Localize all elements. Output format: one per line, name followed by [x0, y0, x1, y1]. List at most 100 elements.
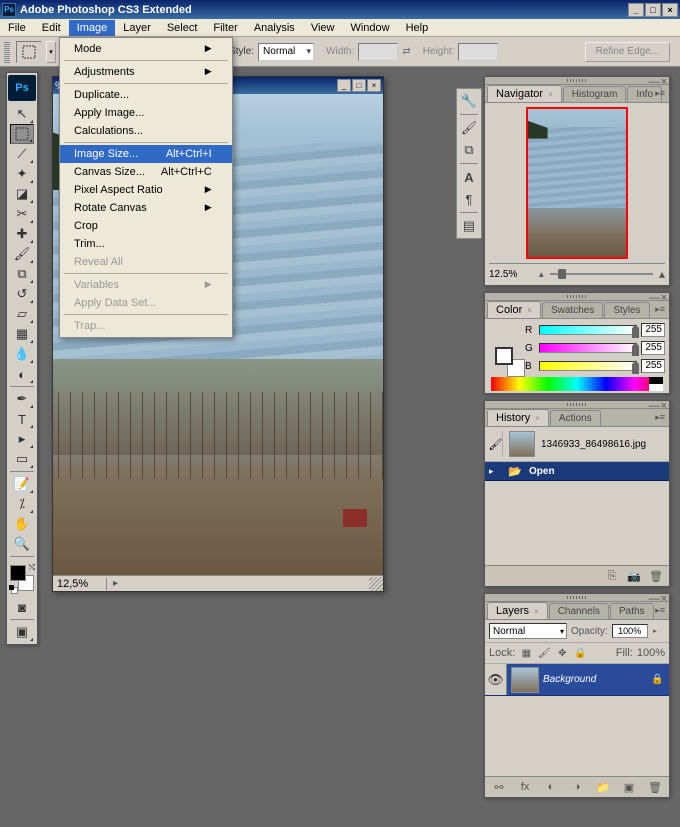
menu-item-apply-image[interactable]: Apply Image...: [60, 104, 232, 122]
lock-pixels-icon[interactable]: 🖌: [537, 646, 551, 660]
doc-close-button[interactable]: ×: [367, 79, 381, 92]
navigator-thumbnail[interactable]: [526, 107, 628, 259]
menu-item-rotate-canvas[interactable]: Rotate Canvas▶: [60, 199, 232, 217]
tab-close-icon[interactable]: ×: [548, 90, 553, 99]
menu-analysis[interactable]: Analysis: [246, 20, 303, 36]
tab-histogram[interactable]: Histogram: [563, 86, 627, 102]
doc-minimize-button[interactable]: _: [337, 79, 351, 92]
layer-adjustment-button[interactable]: ◑: [567, 779, 587, 795]
tab-close-icon[interactable]: ×: [534, 607, 539, 616]
history-snapshot-button[interactable]: 📷: [623, 568, 645, 584]
tab-swatches[interactable]: Swatches: [542, 302, 603, 318]
tool-gradient[interactable]: ▦: [10, 324, 34, 344]
color-fg-swatch[interactable]: [495, 347, 513, 365]
history-delete-button[interactable]: 🗑: [645, 568, 667, 584]
g-slider[interactable]: [539, 343, 637, 353]
tool-screen-mode[interactable]: ▣: [10, 622, 34, 642]
layer-name[interactable]: Background: [543, 674, 651, 685]
tool-dodge[interactable]: ◐: [10, 364, 34, 384]
r-slider[interactable]: [539, 325, 637, 335]
g-value[interactable]: 255: [641, 341, 665, 355]
tab-close-icon[interactable]: ×: [527, 306, 532, 315]
menu-item-duplicate[interactable]: Duplicate...: [60, 86, 232, 104]
style-dropdown[interactable]: Normal: [258, 43, 314, 61]
maximize-button[interactable]: □: [645, 3, 661, 17]
b-value[interactable]: 255: [641, 359, 665, 373]
refine-edge-button[interactable]: Refine Edge...: [585, 42, 670, 62]
panel-menu-icon[interactable]: ▸≡: [655, 412, 665, 423]
tool-blur[interactable]: 💧: [10, 344, 34, 364]
tool-history-brush[interactable]: ↺: [10, 284, 34, 304]
color-swatches[interactable]: ⤭: [8, 563, 36, 593]
tab-channels[interactable]: Channels: [549, 603, 609, 619]
doc-resize-grip[interactable]: [369, 577, 383, 591]
dock-icon-character[interactable]: A: [459, 168, 479, 186]
opacity-input[interactable]: 100%: [612, 624, 648, 638]
tool-pen[interactable]: ✒: [10, 389, 34, 409]
tool-quick-mask[interactable]: ◙: [10, 597, 34, 617]
tool-lasso[interactable]: ⟋: [10, 144, 34, 164]
panel-menu-icon[interactable]: ▸≡: [655, 304, 665, 315]
tab-navigator[interactable]: Navigator×: [487, 85, 562, 102]
tool-notes[interactable]: 📝: [10, 474, 34, 494]
default-colors-icon[interactable]: [9, 585, 17, 593]
panel-menu-icon[interactable]: ▸≡: [655, 605, 665, 616]
r-value[interactable]: 255: [641, 323, 665, 337]
color-spectrum[interactable]: [491, 377, 663, 391]
dock-icon-clone[interactable]: ⧉: [459, 141, 479, 159]
menu-window[interactable]: Window: [342, 20, 397, 36]
dock-icon-tools[interactable]: 🔧: [459, 92, 479, 110]
dock-icon-brushes[interactable]: 🖌: [459, 119, 479, 137]
menu-item-mode[interactable]: Mode▶: [60, 40, 232, 58]
layer-fx-button[interactable]: fx: [515, 779, 535, 795]
tab-history[interactable]: History×: [487, 409, 549, 426]
tool-path-select[interactable]: ▸: [10, 429, 34, 449]
tab-color[interactable]: Color×: [487, 301, 541, 318]
tab-paths[interactable]: Paths: [610, 603, 654, 619]
menu-image[interactable]: Image: [69, 20, 116, 36]
menu-item-trim[interactable]: Trim...: [60, 235, 232, 253]
tool-marquee[interactable]: [10, 124, 34, 144]
menu-edit[interactable]: Edit: [34, 20, 69, 36]
menu-item-pixel-aspect-ratio[interactable]: Pixel Aspect Ratio▶: [60, 181, 232, 199]
swap-colors-icon[interactable]: ⤭: [29, 563, 35, 573]
lock-all-icon[interactable]: 🔒: [573, 646, 587, 660]
zoom-slider[interactable]: [550, 268, 653, 280]
fill-input[interactable]: 100%: [637, 647, 665, 659]
menu-item-crop[interactable]: Crop: [60, 217, 232, 235]
history-snapshot-row[interactable]: 🖌 1346933_86498616.jpg: [485, 427, 669, 462]
layer-mask-button[interactable]: ◐: [541, 779, 561, 795]
close-button[interactable]: ×: [662, 3, 678, 17]
tool-quick-select[interactable]: ✦: [10, 164, 34, 184]
menu-item-image-size[interactable]: Image Size...Alt+Ctrl+I: [60, 145, 232, 163]
tab-close-icon[interactable]: ×: [535, 414, 540, 423]
layer-delete-button[interactable]: 🗑: [645, 779, 665, 795]
dock-icon-paragraph[interactable]: ¶: [459, 190, 479, 208]
layer-group-button[interactable]: 📁: [593, 779, 613, 795]
tool-type[interactable]: T: [10, 409, 34, 429]
doc-maximize-button[interactable]: □: [352, 79, 366, 92]
blend-mode-dropdown[interactable]: Normal: [489, 623, 567, 639]
foreground-color-swatch[interactable]: [10, 565, 26, 581]
tool-preset-dropdown[interactable]: ▾: [46, 41, 56, 63]
b-slider[interactable]: [539, 361, 637, 371]
dock-icon-layercomps[interactable]: ▤: [459, 217, 479, 235]
tool-move[interactable]: ↖: [10, 104, 34, 124]
navigator-zoom-value[interactable]: 12.5%: [489, 269, 533, 280]
menu-item-calculations[interactable]: Calculations...: [60, 122, 232, 140]
tool-brush[interactable]: 🖌: [10, 244, 34, 264]
tool-healing[interactable]: ✚: [10, 224, 34, 244]
menu-item-canvas-size[interactable]: Canvas Size...Alt+Ctrl+C: [60, 163, 232, 181]
tool-hand[interactable]: ✋: [10, 514, 34, 534]
options-gripper[interactable]: [4, 41, 10, 63]
layer-link-button[interactable]: ⚯: [489, 779, 509, 795]
menu-file[interactable]: File: [0, 20, 34, 36]
tool-shape[interactable]: ▭: [10, 449, 34, 469]
history-brush-slot[interactable]: 🖌: [489, 431, 503, 457]
history-new-doc-button[interactable]: ⎘: [601, 568, 623, 584]
tool-slice[interactable]: ✂: [10, 204, 34, 224]
tab-styles[interactable]: Styles: [604, 302, 649, 318]
layer-visibility-icon[interactable]: 👁: [485, 664, 507, 695]
menu-item-adjustments[interactable]: Adjustments▶: [60, 63, 232, 81]
tool-eraser[interactable]: ▱: [10, 304, 34, 324]
